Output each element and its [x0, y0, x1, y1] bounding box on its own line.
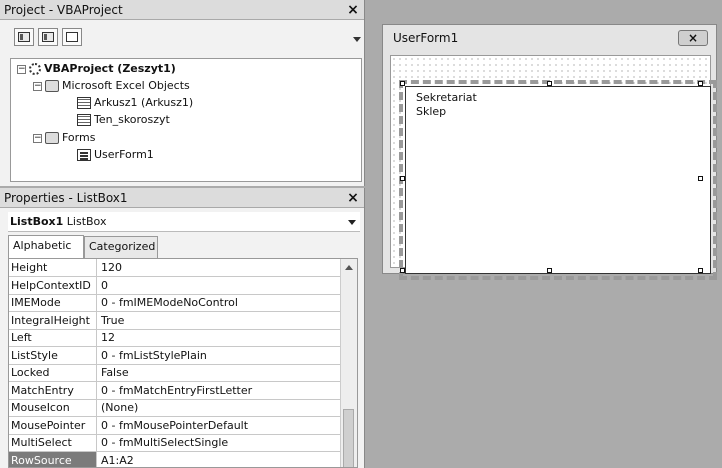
resize-handle[interactable] — [698, 176, 703, 181]
tab-categorized[interactable]: Categorized — [84, 236, 158, 258]
folder-icon — [45, 132, 59, 144]
collapse-excel-objects-icon[interactable]: − — [33, 82, 42, 91]
object-name: ListBox1 — [10, 215, 64, 228]
form-designer: UserForm1 × Sekretariat Sklep — [372, 0, 722, 468]
property-row[interactable]: HelpContextID 0 — [9, 276, 341, 295]
property-value[interactable]: 0 - fmIMEModeNoControl — [101, 294, 238, 311]
tab-alphabetic[interactable]: Alphabetic — [8, 235, 84, 258]
property-row[interactable]: MousePointer 0 - fmMousePointerDefault — [9, 416, 341, 435]
property-value[interactable]: False — [101, 364, 129, 381]
property-name: ListStyle — [9, 346, 97, 364]
chevron-down-icon[interactable] — [348, 220, 356, 225]
property-row[interactable]: Locked False — [9, 364, 341, 382]
property-name: IMEMode — [9, 294, 97, 311]
property-name: Height — [9, 259, 97, 276]
property-value[interactable]: 12 — [101, 329, 115, 346]
view-object-button[interactable] — [38, 28, 58, 46]
property-name: HelpContextID — [9, 276, 97, 294]
property-value[interactable]: True — [101, 312, 124, 329]
vba-project-icon — [29, 63, 41, 75]
resize-handle[interactable] — [547, 268, 552, 273]
property-name: Left — [9, 329, 97, 346]
collapse-forms-icon[interactable]: − — [33, 134, 42, 143]
tree-node-project[interactable]: VBAProject (Zeszyt1) — [29, 61, 176, 77]
userform-title: UserForm1 — [393, 31, 459, 45]
property-value[interactable]: 0 — [101, 277, 108, 294]
view-code-icon — [18, 32, 30, 42]
tree-node-excel-objects[interactable]: Microsoft Excel Objects — [45, 78, 190, 94]
toggle-folders-button[interactable] — [62, 28, 82, 46]
property-row[interactable]: MatchEntry 0 - fmMatchEntryFirstLetter — [9, 381, 341, 400]
workbook-icon — [77, 114, 91, 126]
userform-window[interactable]: UserForm1 × Sekretariat Sklep — [382, 24, 717, 280]
property-name: MousePointer — [9, 416, 97, 434]
resize-handle[interactable] — [698, 81, 703, 86]
resize-handle[interactable] — [698, 268, 703, 273]
property-row[interactable]: IMEMode 0 - fmIMEModeNoControl — [9, 294, 341, 312]
property-row[interactable]: Height 120 — [9, 259, 341, 277]
project-explorer-title: Project - VBAProject — [4, 3, 123, 17]
project-explorer-titlebar: Project - VBAProject × — [0, 0, 364, 20]
worksheet-icon — [77, 97, 91, 109]
scroll-thumb[interactable] — [343, 409, 354, 467]
property-row[interactable]: RowSource A1:A2 — [9, 451, 341, 468]
object-type: ListBox — [66, 215, 107, 228]
property-value[interactable]: 0 - fmMultiSelectSingle — [101, 434, 228, 451]
property-row[interactable]: ListStyle 0 - fmListStylePlain — [9, 346, 341, 365]
userform-canvas[interactable]: Sekretariat Sklep — [390, 55, 717, 280]
property-row[interactable]: IntegralHeight True — [9, 311, 341, 330]
scroll-up-icon[interactable] — [345, 265, 353, 270]
property-row[interactable]: MouseIcon (None) — [9, 399, 341, 417]
userform-close-button[interactable]: × — [678, 30, 708, 46]
resize-handle[interactable] — [400, 176, 405, 181]
tree-node-userform[interactable]: UserForm1 — [77, 147, 154, 163]
view-object-icon — [42, 32, 54, 42]
properties-close-button[interactable]: × — [346, 188, 360, 208]
project-tree: − VBAProject (Zeszyt1) − Microsoft Excel… — [10, 58, 362, 182]
resize-handle[interactable] — [547, 81, 552, 86]
project-explorer: Project - VBAProject × − VBAProject (Zes… — [0, 0, 365, 186]
property-scrollbar[interactable] — [340, 259, 357, 467]
property-name: MouseIcon — [9, 399, 97, 416]
collapse-root-icon[interactable]: − — [17, 65, 26, 74]
view-code-button[interactable] — [14, 28, 34, 46]
property-value[interactable]: 0 - fmListStylePlain — [101, 347, 207, 364]
folder-icon — [45, 80, 59, 92]
property-value[interactable]: (None) — [101, 399, 138, 416]
listbox1[interactable]: Sekretariat Sklep — [399, 80, 717, 280]
property-value[interactable]: 0 - fmMousePointerDefault — [101, 417, 248, 434]
properties-window: Properties - ListBox1 × ListBox1 ListBox… — [0, 188, 365, 468]
resize-handle[interactable] — [400, 81, 405, 86]
properties-titlebar: Properties - ListBox1 × — [0, 188, 364, 208]
tree-node-forms[interactable]: Forms — [45, 130, 95, 146]
property-name: MatchEntry — [9, 381, 97, 399]
list-item[interactable]: Sekretariat — [416, 91, 477, 104]
property-row[interactable]: Left 12 — [9, 329, 341, 347]
tree-node-workbook[interactable]: Ten_skoroszyt — [77, 112, 170, 128]
property-name: MultiSelect — [9, 434, 97, 451]
property-name: Locked — [9, 364, 97, 381]
property-grid: Height 120 HelpContextID 0 IMEMode 0 - fmIMEM… — [8, 258, 358, 468]
userform-icon — [77, 149, 91, 161]
property-value[interactable]: A1:A2 — [101, 452, 134, 468]
toggle-folders-icon — [66, 32, 78, 42]
resize-handle[interactable] — [400, 268, 405, 273]
toolbar-overflow-icon[interactable] — [352, 28, 362, 48]
list-item[interactable]: Sklep — [416, 105, 446, 118]
property-name: IntegralHeight — [9, 311, 97, 329]
project-toolbar — [0, 22, 364, 52]
property-row[interactable]: MultiSelect 0 - fmMultiSelectSingle — [9, 434, 341, 452]
object-selector[interactable]: ListBox1 ListBox — [8, 212, 360, 232]
property-value[interactable]: 120 — [101, 259, 122, 276]
tree-node-sheet1[interactable]: Arkusz1 (Arkusz1) — [77, 95, 193, 111]
project-explorer-close-button[interactable]: × — [346, 0, 360, 20]
property-value[interactable]: 0 - fmMatchEntryFirstLetter — [101, 382, 252, 399]
property-name: RowSource — [9, 451, 97, 467]
properties-title: Properties - ListBox1 — [4, 191, 128, 205]
